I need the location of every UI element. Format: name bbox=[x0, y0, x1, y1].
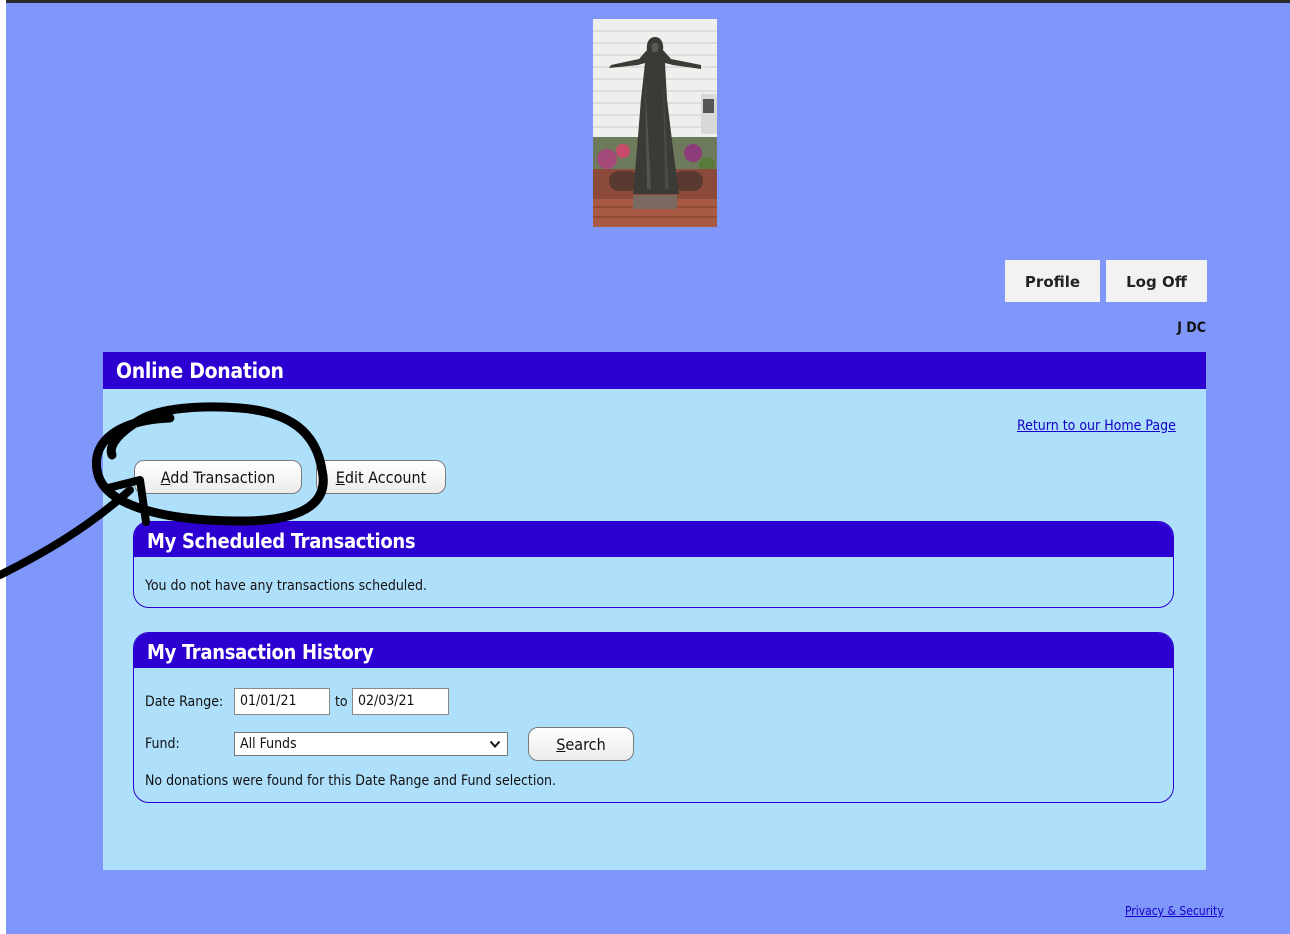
date-range-label: Date Range: bbox=[145, 694, 224, 710]
panel-title: Online Donation bbox=[103, 352, 1206, 389]
privacy-security-link[interactable]: Privacy & Security bbox=[1125, 904, 1224, 918]
fund-label: Fund: bbox=[145, 736, 180, 752]
search-button[interactable]: Search bbox=[528, 727, 634, 761]
fund-select-value: All Funds bbox=[240, 736, 297, 752]
home-page-link[interactable]: Return to our Home Page bbox=[1017, 418, 1176, 434]
transaction-history-title: My Transaction History bbox=[134, 633, 1173, 668]
left-border bbox=[0, 0, 6, 934]
user-name: J DC bbox=[1177, 320, 1206, 336]
add-transaction-accesskey: A bbox=[160, 468, 171, 487]
date-from-input[interactable]: 01/01/21 bbox=[234, 688, 330, 715]
transaction-history-section: My Transaction History Date Range: 01/01… bbox=[133, 632, 1174, 803]
chevron-down-icon bbox=[489, 733, 501, 755]
date-to-label: to bbox=[335, 694, 348, 710]
statue-photo bbox=[593, 19, 717, 227]
edit-account-accesskey: E bbox=[335, 468, 345, 487]
edit-account-label: dit Account bbox=[344, 468, 427, 487]
online-donation-panel: Online Donation Return to our Home Page … bbox=[103, 352, 1206, 870]
add-transaction-label: dd Transaction bbox=[170, 468, 276, 487]
profile-button[interactable]: Profile bbox=[1005, 260, 1100, 302]
date-to-input[interactable]: 02/03/21 bbox=[352, 688, 449, 715]
fund-select[interactable]: All Funds bbox=[234, 732, 508, 756]
scheduled-transactions-section: My Scheduled Transactions You do not hav… bbox=[133, 521, 1174, 608]
history-message: No donations were found for this Date Ra… bbox=[145, 773, 557, 789]
add-transaction-button[interactable]: Add Transaction bbox=[134, 460, 302, 494]
logoff-button[interactable]: Log Off bbox=[1106, 260, 1207, 302]
scheduled-transactions-title: My Scheduled Transactions bbox=[134, 522, 1173, 557]
top-border bbox=[0, 0, 1290, 3]
edit-account-button[interactable]: Edit Account bbox=[316, 460, 446, 494]
scheduled-transactions-message: You do not have any transactions schedul… bbox=[145, 578, 428, 594]
search-label: earch bbox=[565, 735, 606, 754]
